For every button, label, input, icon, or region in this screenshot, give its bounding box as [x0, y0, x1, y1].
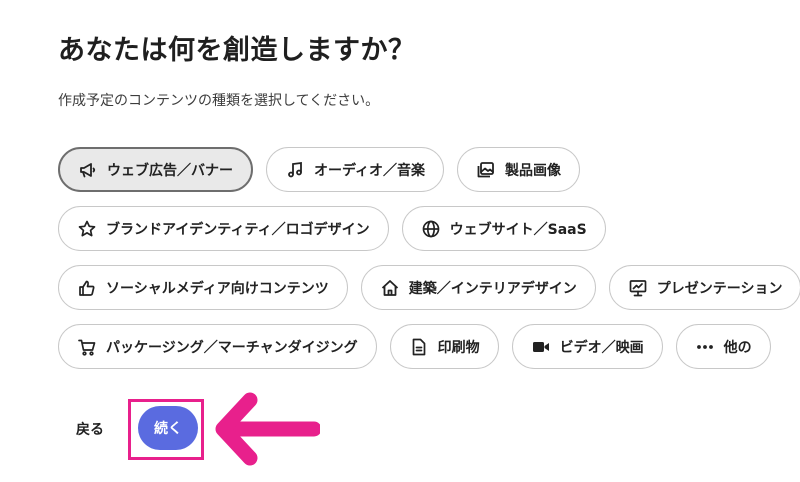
chip-row: ウェブ広告／バナー オーディオ／音楽 製品画像: [58, 147, 800, 192]
chip-website-saas[interactable]: ウェブサイト／SaaS: [401, 206, 606, 251]
chip-brand-identity-logo[interactable]: ブランドアイデンティティ／ロゴデザイン: [58, 206, 389, 251]
chip-row: ソーシャルメディア向けコンテンツ 建築／インテリアデザイン プレゼンテーション: [58, 265, 800, 310]
more-dots-icon: [695, 337, 715, 357]
chip-row: パッケージング／マーチャンダイジング 印刷物 ビデオ／映画 他の: [58, 324, 800, 369]
music-note-icon: [285, 160, 305, 180]
page-title: あなたは何を創造しますか？: [58, 35, 416, 66]
continue-button[interactable]: 続く: [138, 406, 198, 450]
chip-packaging-merchandising[interactable]: パッケージング／マーチャンダイジング: [58, 324, 377, 369]
page-subtitle: 作成予定のコンテンツの種類を選択してください。: [58, 93, 380, 109]
chip-social-media[interactable]: ソーシャルメディア向けコンテンツ: [58, 265, 348, 310]
document-icon: [409, 337, 429, 357]
chip-audio-music[interactable]: オーディオ／音楽: [266, 147, 445, 192]
globe-icon: [421, 219, 441, 239]
chip-product-images[interactable]: 製品画像: [457, 147, 581, 192]
chip-video-film[interactable]: ビデオ／映画: [511, 324, 663, 369]
chip-label: ウェブサイト／SaaS: [449, 221, 587, 238]
chip-other[interactable]: 他の: [675, 324, 771, 369]
chip-label: 他の: [723, 339, 752, 356]
annotation-arrow-icon: [215, 392, 320, 466]
image-gallery-icon: [476, 160, 496, 180]
chip-row: ブランドアイデンティティ／ロゴデザイン ウェブサイト／SaaS: [58, 206, 800, 251]
star-icon: [77, 219, 97, 239]
chip-web-ads-banner[interactable]: ウェブ広告／バナー: [58, 147, 253, 192]
house-icon: [380, 278, 400, 298]
thumbs-up-icon: [77, 278, 97, 298]
chip-label: ブランドアイデンティティ／ロゴデザイン: [106, 221, 370, 238]
back-button[interactable]: 戻る: [76, 419, 104, 439]
chip-label: 建築／インテリアデザイン: [408, 280, 577, 297]
shopping-cart-icon: [77, 337, 97, 357]
chip-printed-matter[interactable]: 印刷物: [389, 324, 499, 369]
chip-label: ビデオ／映画: [559, 339, 644, 356]
presentation-icon: [628, 278, 648, 298]
chip-presentation[interactable]: プレゼンテーション: [608, 265, 800, 310]
megaphone-icon: [78, 160, 98, 180]
category-chip-list: ウェブ広告／バナー オーディオ／音楽 製品画像 ブランドアイデンティティ／ロゴデ…: [58, 147, 800, 383]
chip-label: 印刷物: [437, 339, 480, 356]
chip-label: プレゼンテーション: [656, 280, 783, 297]
chip-label: 製品画像: [505, 162, 562, 179]
chip-architecture-interior[interactable]: 建築／インテリアデザイン: [360, 265, 596, 310]
video-camera-icon: [531, 337, 551, 357]
chip-label: ウェブ広告／バナー: [107, 162, 233, 179]
chip-label: オーディオ／音楽: [314, 162, 426, 179]
chip-label: ソーシャルメディア向けコンテンツ: [106, 280, 329, 297]
chip-label: パッケージング／マーチャンダイジング: [106, 339, 358, 356]
